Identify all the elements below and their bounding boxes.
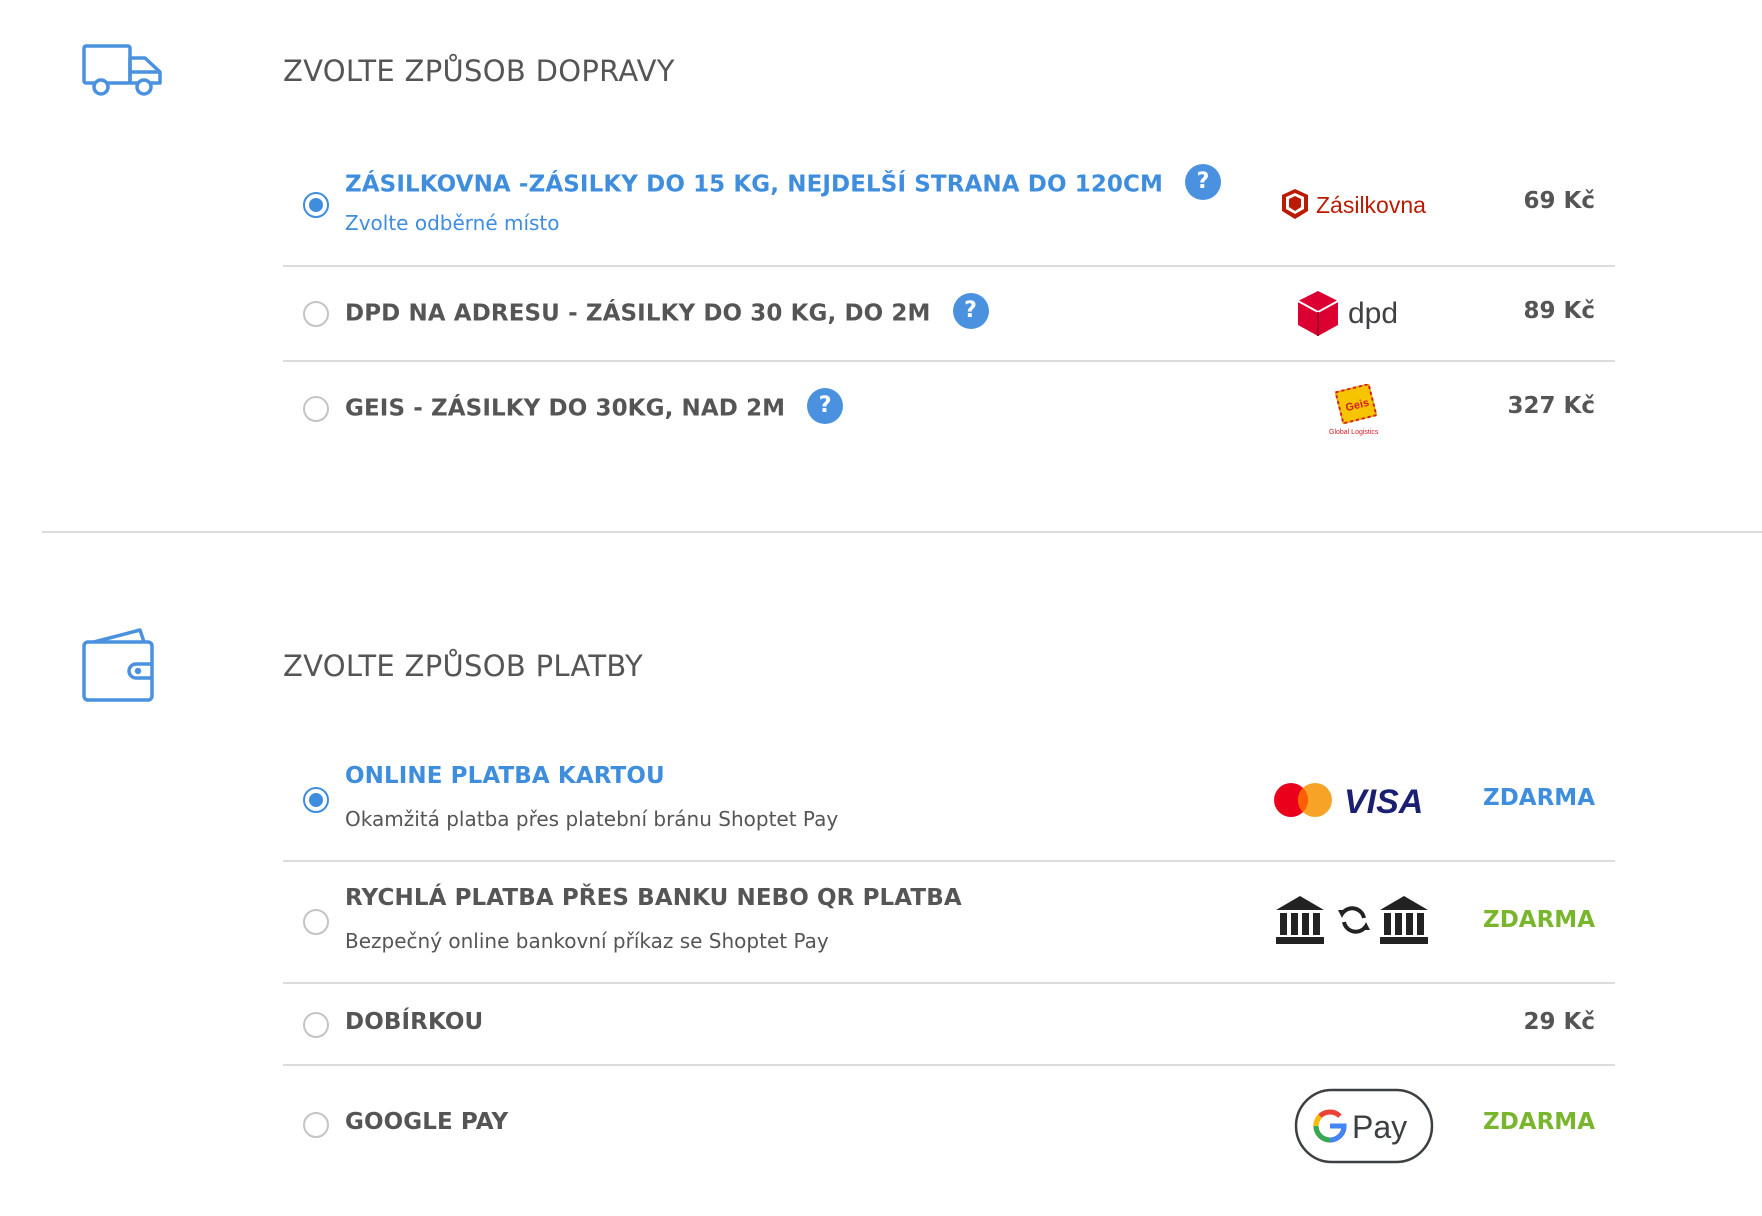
shipping-price: 69 Kč <box>1523 188 1595 214</box>
payment-radio-card[interactable] <box>303 787 329 813</box>
shipping-radio-zasilkovna[interactable] <box>303 192 329 218</box>
shipping-option-geis[interactable]: GEIS - ZÁSILKY DO 30KG, NAD 2M? Geis Glo… <box>283 362 1615 460</box>
choose-pickup-point-link[interactable]: Zvolte odběrné místo <box>345 211 560 235</box>
shipping-option-title: GEIS - ZÁSILKY DO 30KG, NAD 2M? <box>345 388 844 427</box>
bank-transfer-icon <box>1276 894 1432 954</box>
payment-option-title: RYCHLÁ PLATBA PŘES BANKU NEBO QR PLATBA <box>345 885 962 911</box>
payment-options: ONLINE PLATBA KARTOU Okamžitá platba pře… <box>283 740 1615 1176</box>
svg-text:VISA: VISA <box>1344 783 1423 820</box>
payment-option-subtitle: Okamžitá platba přes platební bránu Shop… <box>345 807 839 831</box>
shipping-section-title: ZVOLTE ZPŮSOB DOPRAVY <box>283 54 675 88</box>
payment-radio-google-pay[interactable] <box>303 1112 329 1138</box>
truck-icon <box>82 44 164 100</box>
wallet-icon <box>82 628 156 708</box>
geis-logo: Geis Global Logistics <box>1323 382 1393 442</box>
payment-option-bank[interactable]: RYCHLÁ PLATBA PŘES BANKU NEBO QR PLATBA … <box>283 862 1615 984</box>
shipping-price: 327 Kč <box>1507 393 1595 419</box>
help-icon[interactable]: ? <box>952 293 989 329</box>
section-divider <box>42 531 1762 533</box>
payment-option-card[interactable]: ONLINE PLATBA KARTOU Okamžitá platba pře… <box>283 740 1615 862</box>
payment-option-google-pay[interactable]: GOOGLE PAY Pay ZDARMA <box>283 1066 1615 1176</box>
dpd-logo: dpd <box>1296 289 1416 343</box>
shipping-option-title: ZÁSILKOVNA -ZÁSILKY DO 15 KG, NEJDELŠÍ S… <box>345 164 1221 203</box>
svg-text:Pay: Pay <box>1352 1109 1407 1145</box>
payment-price: ZDARMA <box>1483 907 1595 933</box>
help-icon[interactable]: ? <box>1185 164 1221 200</box>
google-pay-logo: Pay <box>1294 1088 1434 1168</box>
mastercard-visa-logo: VISA <box>1273 780 1433 824</box>
payment-option-cod[interactable]: DOBÍRKOU 29 Kč <box>283 984 1615 1066</box>
payment-price: ZDARMA <box>1483 1109 1595 1135</box>
help-icon[interactable]: ? <box>807 388 844 424</box>
payment-price: 29 Kč <box>1523 1009 1595 1035</box>
svg-text:Zásilkovna: Zásilkovna <box>1316 192 1426 218</box>
svg-text:dpd: dpd <box>1348 297 1398 330</box>
shipping-price: 89 Kč <box>1523 298 1595 324</box>
shipping-option-title: DPD NA ADRESU - ZÁSILKY DO 30 KG, DO 2M? <box>345 293 989 332</box>
zasilkovna-logo: Zásilkovna <box>1278 185 1428 229</box>
payment-option-subtitle: Bezpečný online bankovní příkaz se Shopt… <box>345 929 829 953</box>
payment-radio-cod[interactable] <box>303 1012 329 1038</box>
payment-option-title: GOOGLE PAY <box>345 1109 509 1135</box>
shipping-options: ZÁSILKOVNA -ZÁSILKY DO 15 KG, NEJDELŠÍ S… <box>283 145 1615 460</box>
checkout-page: ZVOLTE ZPŮSOB DOPRAVY ZÁSILKOVNA -ZÁSILK… <box>0 0 1762 1216</box>
payment-option-title: DOBÍRKOU <box>345 1009 484 1035</box>
payment-radio-bank[interactable] <box>303 909 329 935</box>
payment-section-title: ZVOLTE ZPŮSOB PLATBY <box>283 649 644 683</box>
shipping-option-dpd[interactable]: DPD NA ADRESU - ZÁSILKY DO 30 KG, DO 2M?… <box>283 267 1615 362</box>
svg-text:Global Logistics: Global Logistics <box>1329 429 1379 436</box>
bank-icon <box>1276 896 1324 944</box>
payment-option-title: ONLINE PLATBA KARTOU <box>345 763 665 789</box>
shipping-option-zasilkovna[interactable]: ZÁSILKOVNA -ZÁSILKY DO 15 KG, NEJDELŠÍ S… <box>283 145 1615 267</box>
shipping-radio-dpd[interactable] <box>303 301 329 327</box>
shipping-radio-geis[interactable] <box>303 396 329 422</box>
payment-price: ZDARMA <box>1483 785 1595 811</box>
